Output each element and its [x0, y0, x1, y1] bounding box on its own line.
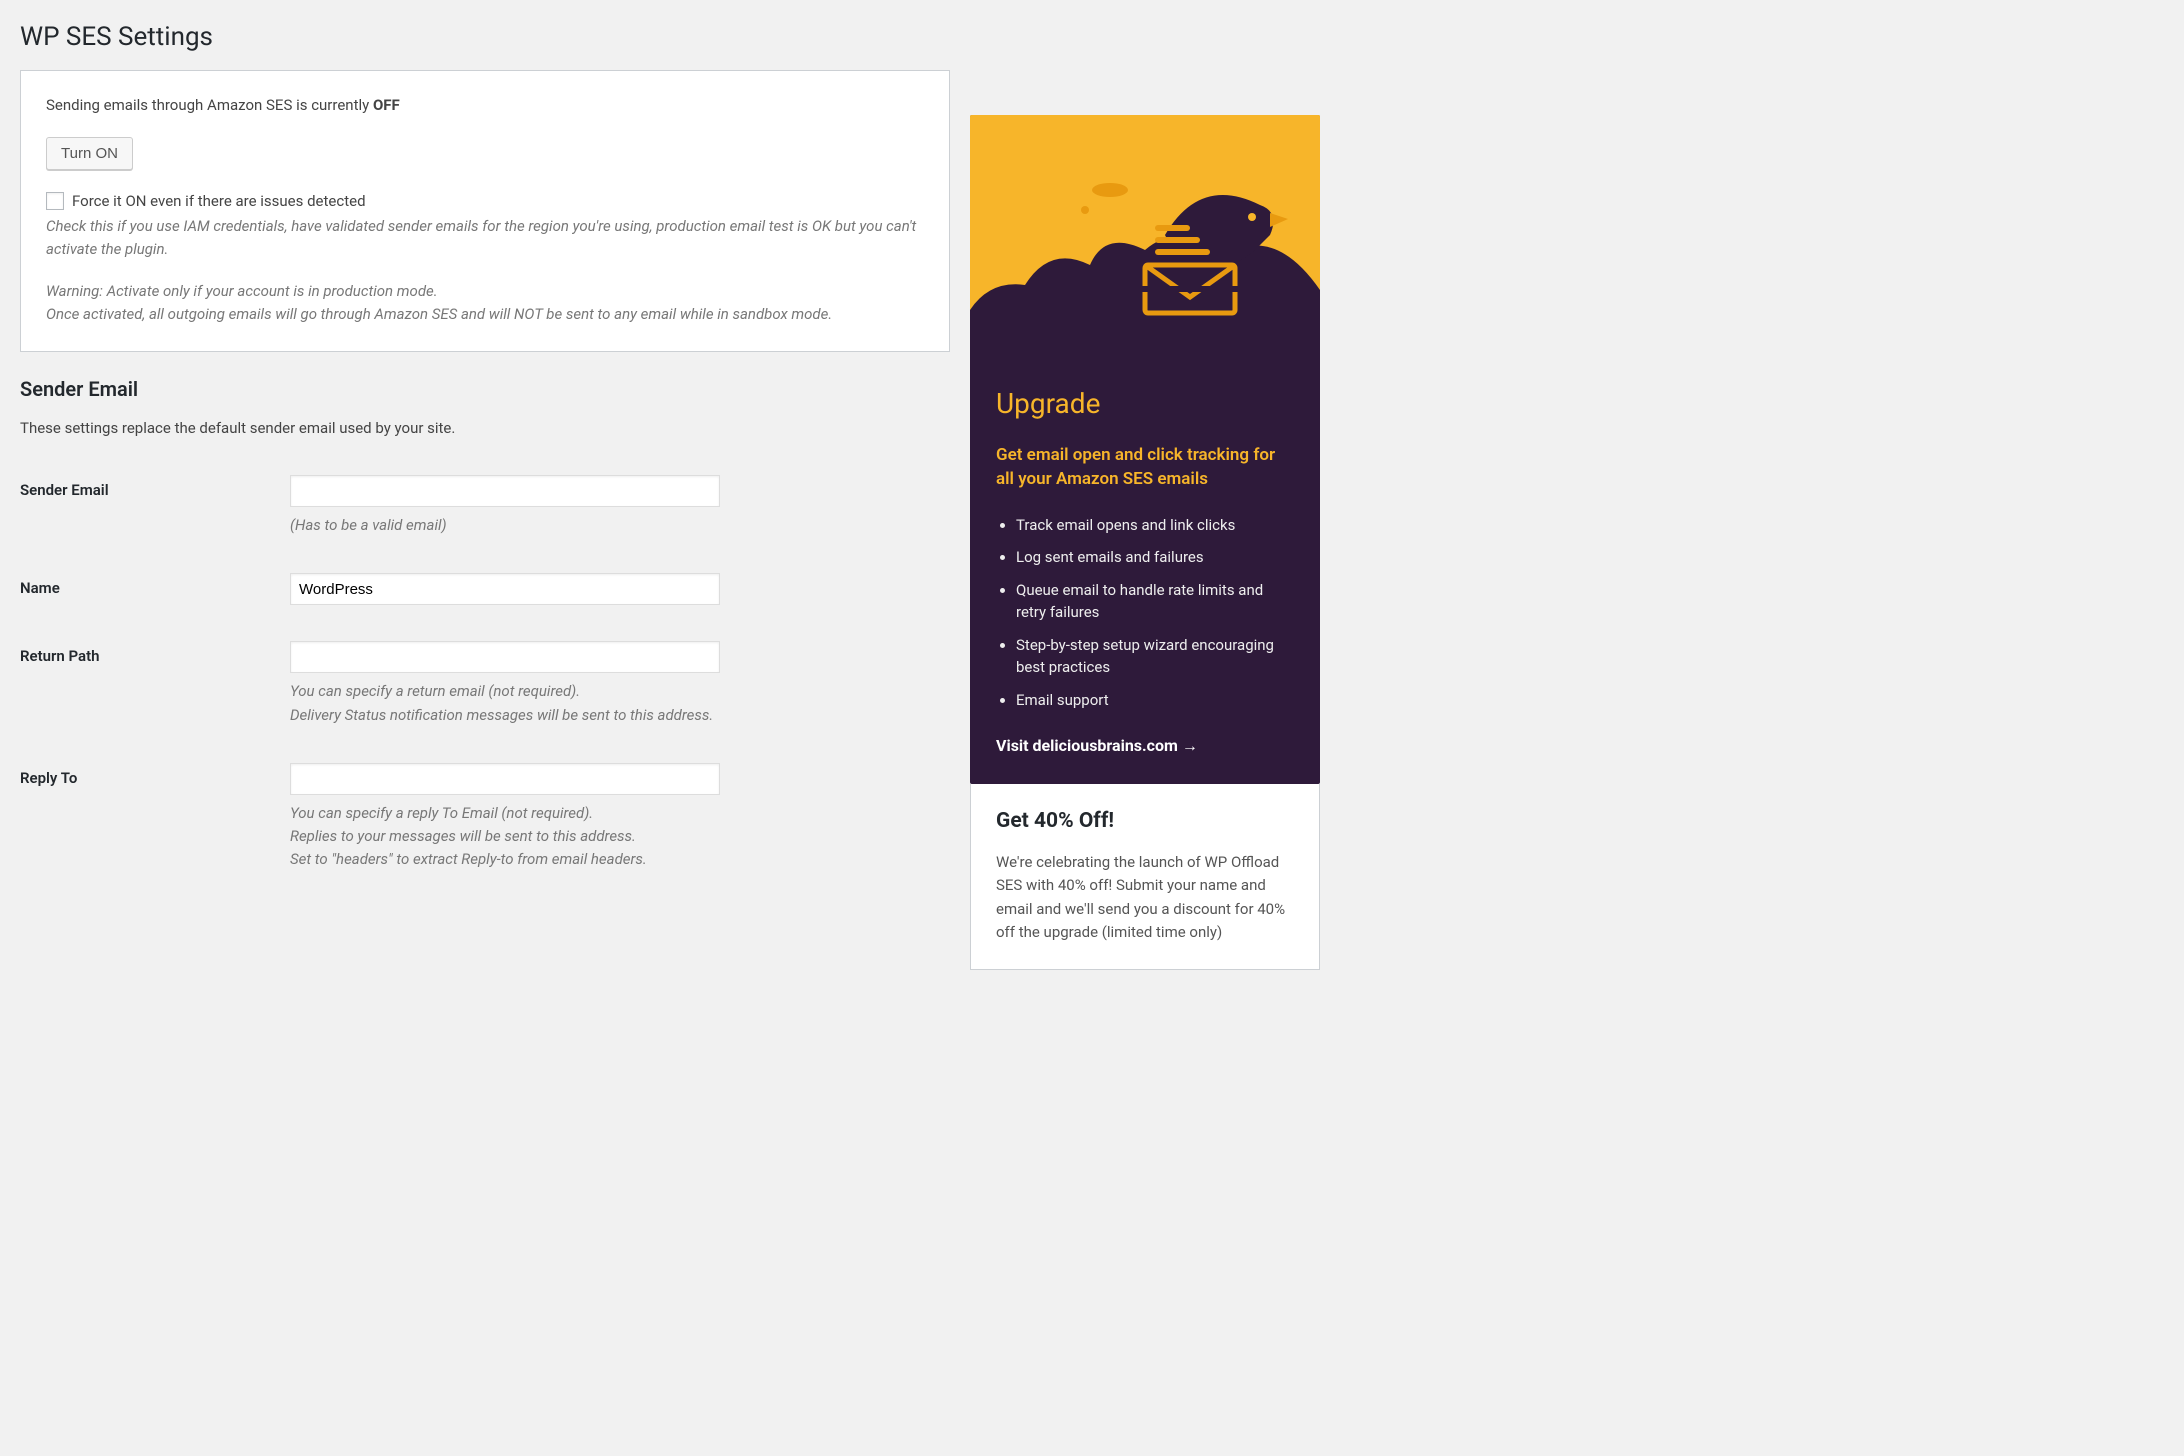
- upgrade-feature-list: Track email opens and link clicks Log se…: [996, 514, 1294, 712]
- upgrade-feature-item: Log sent emails and failures: [1016, 546, 1294, 569]
- promo-body: We're celebrating the launch of WP Offlo…: [996, 851, 1294, 944]
- turn-on-button[interactable]: Turn ON: [46, 137, 133, 170]
- main-column: Sending emails through Amazon SES is cur…: [20, 70, 950, 970]
- upgrade-subtitle: Get email open and click tracking for al…: [996, 444, 1294, 492]
- upgrade-feature-item: Queue email to handle rate limits and re…: [1016, 579, 1294, 624]
- sender-email-heading: Sender Email: [20, 377, 950, 401]
- sender-email-description: These settings replace the default sende…: [20, 419, 950, 437]
- promo-card: Get 40% Off! We're celebrating the launc…: [970, 784, 1320, 970]
- reply-to-input[interactable]: [290, 763, 720, 795]
- force-on-checkbox[interactable]: [46, 192, 64, 210]
- upgrade-hero-illustration: [970, 115, 1320, 365]
- upgrade-feature-item: Track email opens and link clicks: [1016, 514, 1294, 537]
- sender-form: Sender Email (Has to be a valid email) N…: [20, 467, 950, 900]
- upgrade-feature-item: Email support: [1016, 689, 1294, 712]
- page-title: WP SES Settings: [0, 0, 2184, 70]
- sender-email-help: (Has to be a valid email): [290, 514, 940, 537]
- name-input[interactable]: [290, 573, 720, 605]
- activation-warning: Warning: Activate only if your account i…: [46, 280, 924, 327]
- return-path-help: You can specify a return email (not requ…: [290, 680, 940, 727]
- status-prefix: Sending emails through Amazon SES is cur…: [46, 96, 373, 114]
- force-on-help: Check this if you use IAM credentials, h…: [46, 215, 924, 262]
- sidebar-column: Upgrade Get email open and click trackin…: [970, 70, 1320, 970]
- field-label-sender-email: Sender Email: [20, 467, 290, 565]
- field-label-return-path: Return Path: [20, 633, 290, 755]
- force-on-label: Force it ON even if there are issues det…: [72, 192, 366, 210]
- promo-title: Get 40% Off!: [996, 809, 1294, 833]
- return-path-input[interactable]: [290, 641, 720, 673]
- reply-to-help: You can specify a reply To Email (not re…: [290, 802, 940, 872]
- field-label-reply-to: Reply To: [20, 755, 290, 900]
- sender-email-input[interactable]: [290, 475, 720, 507]
- upgrade-feature-item: Step-by-step setup wizard encouraging be…: [1016, 634, 1294, 679]
- bird-envelope-icon: [970, 115, 1320, 365]
- upgrade-link[interactable]: Visit deliciousbrains.com →: [996, 736, 1198, 755]
- status-state: OFF: [373, 96, 400, 114]
- status-line: Sending emails through Amazon SES is cur…: [46, 96, 924, 114]
- field-label-name: Name: [20, 565, 290, 633]
- upgrade-title: Upgrade: [996, 387, 1294, 420]
- upgrade-card: Upgrade Get email open and click trackin…: [970, 115, 1320, 784]
- status-panel: Sending emails through Amazon SES is cur…: [20, 70, 950, 352]
